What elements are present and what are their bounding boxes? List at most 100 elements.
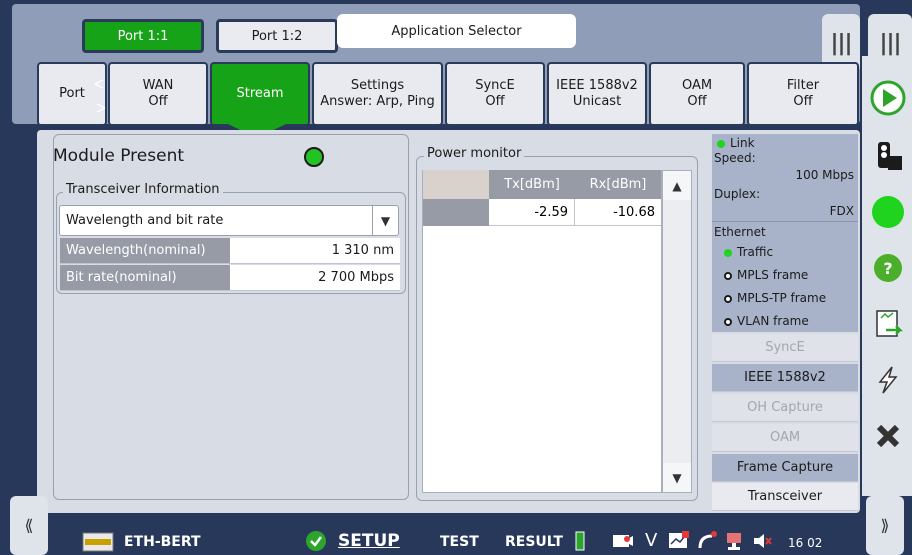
svg-text:?: ? [883,259,892,278]
tab-setup[interactable]: SETUP [338,531,400,551]
module-status-led [304,147,324,167]
side-button-transceiver[interactable]: Transceiver [712,483,858,511]
tx-value: -2.59 [489,199,575,226]
tab-status: Off [687,94,707,109]
tab-test[interactable]: TEST [440,534,479,550]
side-button-label: Transceiver [747,489,823,504]
port-tab-1-1[interactable]: Port 1:1 [82,19,204,53]
satellite-dish-icon[interactable] [696,530,720,552]
check-icon [306,531,326,551]
speed-label: Speed: [714,151,756,165]
divider [712,221,858,222]
link-led-icon [717,139,725,148]
tab-label: IEEE 1588v2 [556,78,638,93]
select-value: Wavelength and bit rate [66,213,224,228]
tab-synce[interactable]: SyncE Off [445,62,545,126]
tab-label: Settings [350,78,405,93]
chevron-down-icon[interactable]: ▼ [372,206,398,235]
tab-status: Off [485,94,505,109]
power-monitor-label: Power monitor [424,146,525,161]
close-icon[interactable] [868,416,908,456]
table-row: Bit rate(nominal) 2 700 Mbps [60,265,400,291]
side-button-label: Frame Capture [736,460,834,475]
application-selector-button[interactable]: Application Selector [337,14,576,48]
tab-label: SyncE [475,78,515,93]
help-icon[interactable]: ? [868,248,908,288]
chart-error-icon[interactable] [668,530,690,550]
column-header-tx: Tx[dBm] [489,170,575,199]
column-header-rx: Rx[dBm] [575,170,661,199]
tab-oam[interactable]: OAM Off [649,62,745,126]
module-status-title: Module Present [53,146,185,166]
play-icon[interactable] [868,78,908,118]
speaker-muted-icon[interactable] [752,532,772,550]
port-tab-label: Port 1:1 [117,28,169,44]
tab-status: Off [148,94,168,109]
ethernet-item-label: Traffic [737,245,774,259]
tab-wan[interactable]: WAN Off [108,62,208,126]
speed-value: 100 Mbps [795,168,854,182]
clock: 16 02 [788,536,823,550]
table-row: Wavelength(nominal) 1 310 nm [60,238,400,264]
ethernet-item-label: MPLS-TP frame [737,291,827,305]
double-chevron-left-icon: ⟪ [24,516,34,535]
battery-icon [575,531,585,551]
tab-label: Filter [786,78,820,93]
table-corner-cell [423,170,489,199]
tab-ieee-1588v2[interactable]: IEEE 1588v2 Unicast [547,62,647,126]
lightning-icon[interactable] [868,360,908,400]
camera-icon[interactable] [612,532,634,550]
port-tab-1-2[interactable]: Port 1:2 [216,19,338,53]
transceiver-info-label: Transceiver Information [63,182,223,197]
tab-label: OAM [681,78,713,93]
tab-stream[interactable]: Stream [210,62,310,126]
tab-settings[interactable]: Settings Answer: Arp, Ping [312,62,443,126]
ethernet-item: Traffic [724,245,773,259]
v-indicator: V [645,530,658,551]
tab-status: Answer: Arp, Ping [320,94,435,109]
duplex-label: Duplex: [714,187,761,201]
report-icon[interactable] [868,304,908,344]
ethernet-item: VLAN frame [724,314,809,328]
row-value: 2 700 Mbps [230,265,400,291]
side-button-label: IEEE 1588v2 [744,370,826,385]
scroll-up-icon[interactable]: ▲ [663,171,691,200]
network-error-icon[interactable] [724,530,746,552]
port-arrows-icon [94,79,106,113]
menu-icon: ||| [879,30,901,56]
tab-filter[interactable]: Filter Off [747,62,859,126]
port-tab-label: Port 1:2 [251,28,303,44]
eth-module-icon [82,532,114,552]
app-name: ETH-BERT [124,534,201,550]
side-button-frame-capture[interactable]: Frame Capture [712,454,858,482]
row-value: 1 310 nm [230,238,400,264]
link-label: Link [730,136,755,150]
power-monitor-scrollbar[interactable]: ▲ ▼ [662,170,692,493]
side-button-label: SyncE [765,340,805,355]
status-ring-icon [724,294,732,303]
tab-label: WAN [142,78,174,93]
double-chevron-right-icon: ⟫ [880,516,890,535]
status-led-icon [724,248,732,257]
ethernet-item: MPLS-TP frame [724,291,826,305]
side-button-oh-capture[interactable]: OH Capture [712,394,858,422]
side-button-synce[interactable]: SyncE [712,334,858,362]
scroll-down-icon[interactable]: ▼ [663,463,691,492]
ethernet-label: Ethernet [714,225,766,239]
transceiver-view-select[interactable]: Wavelength and bit rate ▼ [59,205,399,236]
tab-status: Off [793,94,813,109]
scroll-right-button[interactable]: ⟫ [866,496,904,555]
status-led-icon[interactable] [868,192,908,232]
tab-label: Stream [236,86,284,101]
row-header-cell [423,199,489,226]
rx-value: -10.68 [575,199,661,226]
ethernet-item-label: VLAN frame [737,314,809,328]
tab-result[interactable]: RESULT [505,534,563,550]
side-button-label: OAM [769,430,801,445]
side-button-ieee-1588v2[interactable]: IEEE 1588v2 [712,364,858,392]
scroll-left-button[interactable]: ⟪ [10,496,48,555]
link-indicator: Link [717,136,755,150]
side-button-oam[interactable]: OAM [712,424,858,452]
traffic-light-icon[interactable] [868,136,908,176]
status-ring-icon [724,271,732,280]
